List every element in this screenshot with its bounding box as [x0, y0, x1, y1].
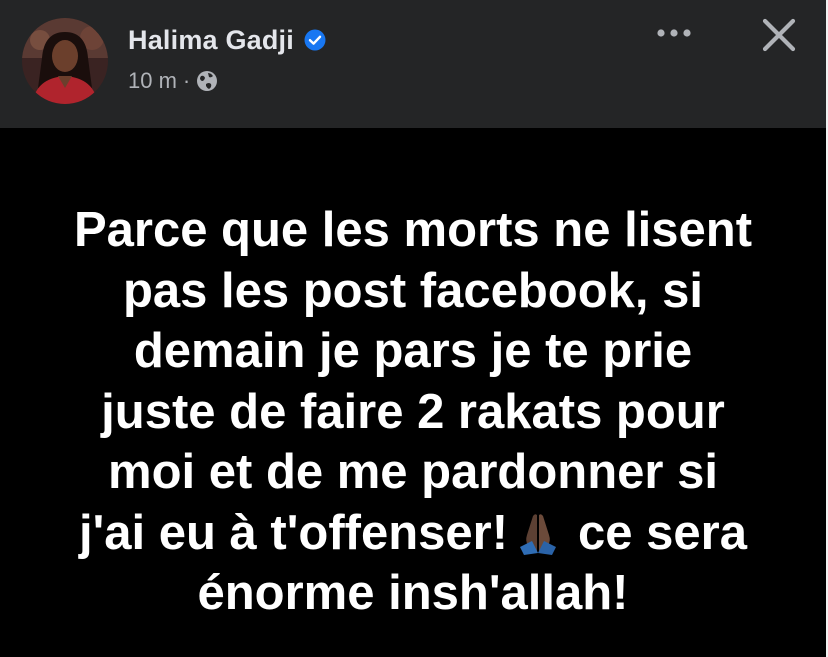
post-text-line: pas les post facebook, si: [122, 263, 704, 318]
meta-separator: ·: [182, 68, 191, 93]
author-name[interactable]: Halima Gadji: [128, 25, 294, 56]
post-meta: 10 m ·: [128, 68, 218, 94]
post-timestamp[interactable]: 10 m: [128, 68, 177, 94]
author-line: Halima Gadji: [128, 24, 326, 56]
post-text-line: demain je pars je te prie: [133, 324, 693, 378]
close-button[interactable]: [756, 12, 802, 58]
post-text-line: juste de faire 2 rakats pour: [101, 384, 725, 439]
more-horizontal-icon: [657, 29, 691, 37]
avatar[interactable]: [22, 18, 108, 104]
globe-icon[interactable]: [196, 70, 218, 92]
post-text-line: énorme insh'allah!: [197, 566, 629, 620]
folded-hands-emoji-icon: [520, 513, 557, 555]
post-text-line: Parce que les morts ne lisent: [73, 203, 753, 257]
post-text: Parce que les morts ne lisent pas les po…: [20, 200, 806, 624]
facebook-post: Halima Gadji 10 m · Parce que les morts …: [0, 0, 826, 657]
post-text-fragment: ce sera: [578, 505, 747, 560]
close-icon: [762, 18, 796, 52]
more-options-button[interactable]: [654, 18, 694, 48]
verified-badge-icon: [304, 29, 326, 51]
post-text-line: moi et de me pardonner si: [108, 445, 718, 499]
post-text-line-with-emoji: j'ai eu à t'offenser! ce sera: [20, 503, 806, 564]
post-text-fragment: j'ai eu à t'offenser!: [79, 505, 509, 560]
post-header: Halima Gadji 10 m ·: [0, 0, 826, 128]
